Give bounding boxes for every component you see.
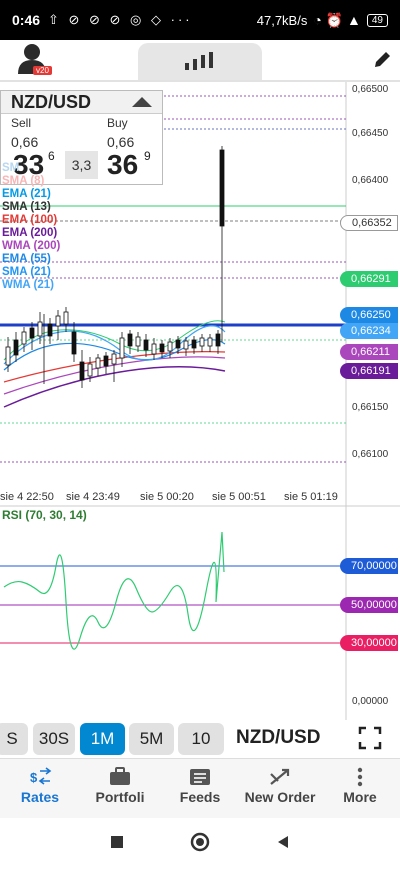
nav-portfolio[interactable]: Portfoli	[80, 765, 160, 819]
legend-ema-200: EMA (200)	[2, 227, 58, 239]
legend-ema-21: EMA (21)	[2, 188, 51, 200]
nav-label: Portfoli	[95, 789, 145, 805]
legend-wma-200: WMA (200)	[2, 240, 61, 252]
status-bar: 0:46 ⇧ ⊘ ⊘ ⊘ ◎ ◇ ··· 47,7kB/s ◔ ⏰ ▲ 49	[0, 0, 400, 40]
user-badge: v20	[33, 66, 52, 75]
indicator-legend: SM SMA (8) EMA (21) SMA (13) EMA (100) E…	[2, 162, 60, 292]
timeframe-10[interactable]: 10	[178, 723, 224, 755]
nav-more[interactable]: More	[320, 765, 400, 819]
nav-rates[interactable]: $ Rates	[0, 765, 80, 819]
rsi-level-70: 70,00000	[340, 558, 398, 574]
avatar[interactable]: v20	[14, 42, 52, 76]
price-axis-label: 0,66500	[352, 84, 389, 95]
rsi-title: RSI (70, 30, 14)	[2, 508, 87, 522]
timeframe-30s[interactable]: 30S	[33, 723, 75, 755]
legend-ema-55: EMA (55)	[2, 253, 51, 265]
rates-icon: $	[30, 767, 52, 785]
fullscreen-icon[interactable]	[358, 726, 382, 750]
time-axis-label: sie 4 22:50	[0, 491, 54, 503]
time-axis-label: sie 5 01:19	[284, 491, 338, 503]
sell-price-pip: 6	[48, 149, 55, 163]
timeframe-1m[interactable]: 1M	[80, 723, 125, 755]
system-nav	[0, 818, 400, 866]
back-icon[interactable]	[278, 836, 288, 848]
legend-sma-21: SMA (21)	[2, 266, 51, 278]
timeframe-pair-label[interactable]: NZD/USD	[236, 727, 320, 749]
price-axis-label: 0,66450	[352, 128, 389, 139]
rsi-level-50: 50,00000	[340, 597, 398, 613]
more-icon	[357, 767, 363, 787]
timeframe-5m[interactable]: 5M	[129, 723, 174, 755]
nav-label: More	[343, 789, 377, 805]
timeframe-bar: S 30S 1M 5M 10 NZD/USD	[0, 720, 400, 758]
legend-ema-100: EMA (100)	[2, 214, 58, 226]
legend-partial: SM	[2, 162, 20, 174]
battery-icon: 49	[366, 13, 388, 27]
price-axis-label: 0,66100	[352, 449, 389, 460]
status-time: 0:46	[12, 12, 41, 28]
spread-value: 3,3	[65, 151, 98, 179]
legend-sma-8: SMA (8)	[2, 175, 45, 187]
chart-area[interactable]: NZD/USD Sell Buy 0,66 0,66 33 6 36 9 3,3…	[0, 80, 400, 722]
price-axis-label: 0,66400	[352, 175, 389, 186]
time-axis-label: sie 5 00:20	[140, 491, 194, 503]
new-order-icon	[270, 768, 290, 785]
collapse-icon[interactable]	[132, 97, 152, 107]
buy-price-prefix: 0,66	[107, 134, 135, 150]
price-tag-ema55: 0,66250	[340, 307, 398, 323]
price-tag-ema200: 0,66191	[340, 363, 398, 379]
buy-price-pip: 9	[144, 149, 151, 163]
recents-icon[interactable]	[111, 836, 123, 848]
svg-text:$: $	[30, 770, 38, 785]
legend-sma-13: SMA (13)	[2, 201, 51, 213]
top-bar: v20	[0, 40, 400, 80]
price-tag-wma200: 0,66211	[340, 344, 398, 360]
pair-name: NZD/USD	[11, 91, 91, 112]
buy-label: Buy	[107, 116, 128, 130]
nav-new-order[interactable]: New Order	[240, 765, 320, 819]
bottom-nav: $ Rates Portfoli Feeds New Order More	[0, 758, 400, 818]
chart-bars-icon	[185, 51, 213, 70]
nav-label: New Order	[244, 789, 316, 805]
pencil-icon[interactable]	[372, 50, 392, 70]
nav-feeds[interactable]: Feeds	[160, 765, 240, 819]
status-speed: 47,7kB/s	[256, 12, 308, 28]
briefcase-icon	[110, 767, 130, 785]
price-tag-sma8: 0,66291	[340, 271, 398, 287]
feeds-icon	[190, 769, 210, 785]
price-axis-label: 0,66150	[352, 402, 389, 413]
time-axis-label: sie 5 00:51	[212, 491, 266, 503]
sell-price-prefix: 0,66	[11, 134, 39, 150]
legend-wma-21: WMA (21)	[2, 279, 54, 291]
sell-label: Sell	[11, 116, 32, 130]
rsi-level-30: 30,00000	[340, 635, 398, 651]
chart-tab[interactable]	[138, 43, 262, 80]
pair-selector[interactable]: NZD/USD	[1, 91, 162, 114]
status-icons: ⇧ ⊘ ⊘ ⊘ ◎ ◇ ···	[48, 12, 193, 27]
time-axis-label: sie 4 23:49	[66, 491, 120, 503]
price-tag-current: 0,66352	[340, 215, 398, 231]
buy-price-big[interactable]: 36	[107, 149, 138, 181]
timeframe-s[interactable]: S	[0, 723, 28, 755]
rsi-bottom-label: 0,00000	[352, 696, 389, 707]
wifi-icon: ◔ ⏰ ▲	[313, 11, 361, 28]
price-tag-wma21: 0,66234	[340, 323, 398, 339]
nav-label: Rates	[20, 789, 60, 805]
nav-label: Feeds	[179, 789, 221, 805]
